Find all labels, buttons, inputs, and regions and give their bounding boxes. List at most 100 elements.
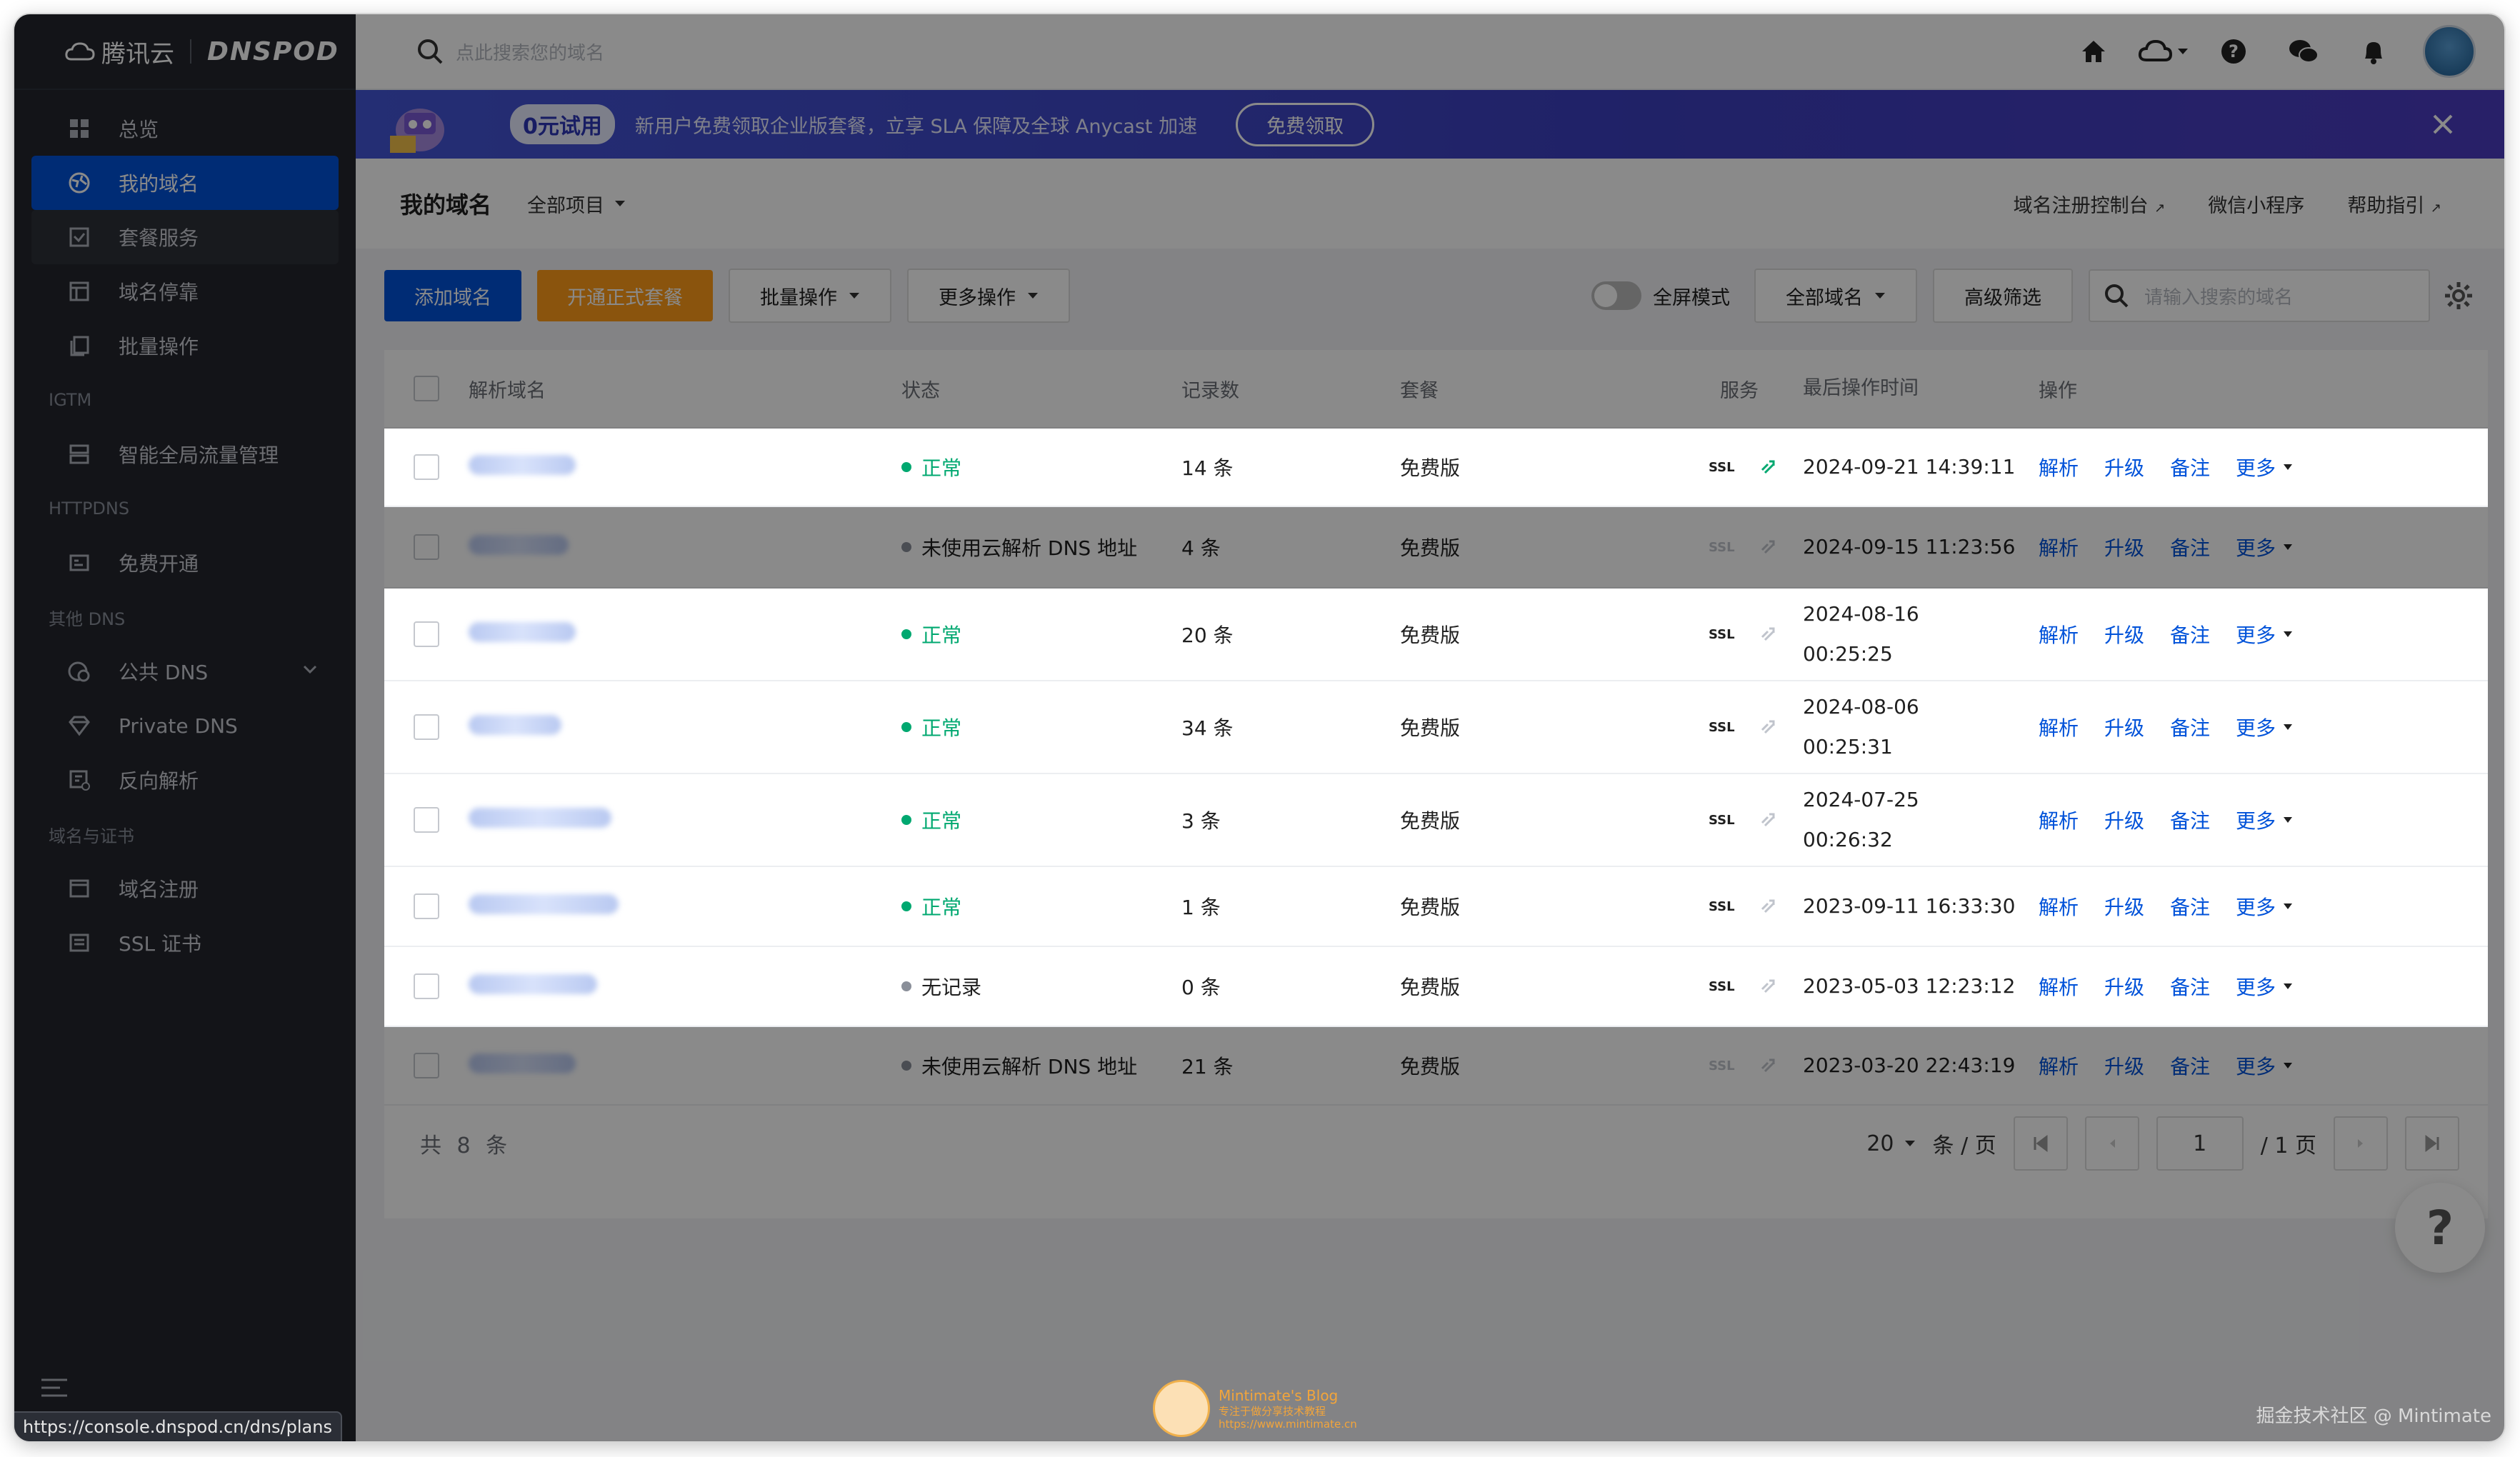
ssl-badge[interactable]: SSL xyxy=(1709,460,1735,475)
link-register-console[interactable]: 域名注册控制台 ↗ xyxy=(2014,190,2166,218)
sidebar-item-ssl[interactable]: SSL 证书 xyxy=(31,916,339,970)
sidebar-item-public-dns[interactable]: 公共 DNS xyxy=(31,644,339,699)
domain-name-blurred[interactable] xyxy=(469,893,901,919)
row-checkbox[interactable] xyxy=(414,534,439,560)
acceleration-icon[interactable] xyxy=(1759,719,1776,736)
row-checkbox[interactable] xyxy=(414,973,439,999)
op-upgrade-link[interactable]: 升级 xyxy=(2104,892,2144,921)
op-more-dropdown[interactable]: 更多 xyxy=(2236,806,2293,834)
op-more-dropdown[interactable]: 更多 xyxy=(2236,453,2293,481)
ssl-badge[interactable]: SSL xyxy=(1709,540,1735,555)
op-upgrade-link[interactable]: 升级 xyxy=(2104,620,2144,649)
acceleration-icon[interactable] xyxy=(1759,978,1776,995)
sidebar-item-httpdns[interactable]: 免费开通 xyxy=(31,536,339,590)
sidebar-item-my-domains[interactable]: 我的域名 xyxy=(31,156,339,210)
op-more-dropdown[interactable]: 更多 xyxy=(2236,972,2293,1001)
last-page-button[interactable] xyxy=(2405,1116,2459,1171)
op-more-dropdown[interactable]: 更多 xyxy=(2236,533,2293,561)
row-checkbox[interactable] xyxy=(414,1053,439,1078)
sidebar-item-packages[interactable]: 套餐服务 xyxy=(31,210,339,264)
project-select[interactable]: 全部项目 xyxy=(527,190,626,218)
domain-filter-select[interactable]: 全部域名 xyxy=(1754,269,1917,323)
row-checkbox[interactable] xyxy=(414,893,439,919)
top-search[interactable]: 点此搜索您的域名 xyxy=(416,37,604,66)
ssl-badge[interactable]: SSL xyxy=(1709,720,1735,735)
batch-operations-button[interactable]: 批量操作 xyxy=(729,269,891,323)
domain-name-blurred[interactable] xyxy=(469,454,901,480)
acceleration-icon[interactable] xyxy=(1759,898,1776,915)
op-note-link[interactable]: 备注 xyxy=(2170,533,2210,561)
more-operations-button[interactable]: 更多操作 xyxy=(907,269,1070,323)
acceleration-icon[interactable] xyxy=(1759,539,1776,556)
row-checkbox[interactable] xyxy=(414,621,439,647)
op-more-dropdown[interactable]: 更多 xyxy=(2236,892,2293,921)
ssl-badge[interactable]: SSL xyxy=(1709,813,1735,828)
op-note-link[interactable]: 备注 xyxy=(2170,713,2210,741)
op-more-dropdown[interactable]: 更多 xyxy=(2236,620,2293,649)
close-icon[interactable] xyxy=(2430,111,2456,137)
prev-page-button[interactable] xyxy=(2084,1116,2139,1171)
first-page-button[interactable] xyxy=(2013,1116,2068,1171)
op-resolve-link[interactable]: 解析 xyxy=(2039,620,2079,649)
op-resolve-link[interactable]: 解析 xyxy=(2039,713,2079,741)
sidebar-item-parking[interactable]: 域名停靠 xyxy=(31,264,339,319)
fullscreen-toggle[interactable]: 全屏模式 xyxy=(1591,281,1730,310)
link-wechat-miniprogram[interactable]: 微信小程序 xyxy=(2208,190,2304,218)
ssl-badge[interactable]: SSL xyxy=(1709,979,1735,994)
domain-name-blurred[interactable] xyxy=(469,534,901,560)
toggle-switch[interactable] xyxy=(1591,281,1641,310)
op-resolve-link[interactable]: 解析 xyxy=(2039,453,2079,481)
op-resolve-link[interactable]: 解析 xyxy=(2039,892,2079,921)
op-upgrade-link[interactable]: 升级 xyxy=(2104,713,2144,741)
sidebar-item-private-dns[interactable]: Private DNS xyxy=(31,699,339,753)
domain-name-blurred[interactable] xyxy=(469,973,901,999)
help-fab[interactable]: ? xyxy=(2395,1183,2485,1273)
sidebar-item-domain-register[interactable]: 域名注册 xyxy=(31,861,339,916)
cloud-menu-icon[interactable] xyxy=(2129,37,2199,66)
op-resolve-link[interactable]: 解析 xyxy=(2039,806,2079,834)
domain-name-blurred[interactable] xyxy=(469,1053,901,1078)
op-note-link[interactable]: 备注 xyxy=(2170,806,2210,834)
acceleration-icon[interactable] xyxy=(1759,626,1776,643)
op-note-link[interactable]: 备注 xyxy=(2170,892,2210,921)
settings-gear-icon[interactable] xyxy=(2443,280,2474,311)
next-page-button[interactable] xyxy=(2334,1116,2388,1171)
row-checkbox[interactable] xyxy=(414,807,439,833)
row-checkbox[interactable] xyxy=(414,454,439,480)
acceleration-icon[interactable] xyxy=(1759,459,1776,476)
ssl-badge[interactable]: SSL xyxy=(1709,627,1735,642)
op-upgrade-link[interactable]: 升级 xyxy=(2104,533,2144,561)
ssl-badge[interactable]: SSL xyxy=(1709,899,1735,914)
select-all-checkbox[interactable] xyxy=(414,376,439,401)
link-help[interactable]: 帮助指引 ↗ xyxy=(2347,190,2441,218)
page-input[interactable]: 1 xyxy=(2156,1116,2244,1171)
op-note-link[interactable]: 备注 xyxy=(2170,620,2210,649)
advanced-filter-button[interactable]: 高级筛选 xyxy=(1933,269,2073,323)
acceleration-icon[interactable] xyxy=(1759,811,1776,828)
row-checkbox[interactable] xyxy=(414,714,439,740)
domain-search-input[interactable]: 请输入搜索的域名 xyxy=(2089,269,2430,322)
ssl-badge[interactable]: SSL xyxy=(1709,1058,1735,1073)
banner-claim-button[interactable]: 免费领取 xyxy=(1236,102,1375,146)
op-more-dropdown[interactable]: 更多 xyxy=(2236,713,2293,741)
op-resolve-link[interactable]: 解析 xyxy=(2039,972,2079,1001)
op-upgrade-link[interactable]: 升级 xyxy=(2104,453,2144,481)
op-note-link[interactable]: 备注 xyxy=(2170,453,2210,481)
avatar[interactable] xyxy=(2423,25,2476,78)
add-domain-button[interactable]: 添加域名 xyxy=(384,270,521,321)
page-size-select[interactable]: 20 xyxy=(1866,1131,1915,1156)
home-icon[interactable] xyxy=(2059,37,2129,66)
op-upgrade-link[interactable]: 升级 xyxy=(2104,972,2144,1001)
acceleration-icon[interactable] xyxy=(1759,1057,1776,1074)
sidebar-item-reverse[interactable]: 反向解析 xyxy=(31,753,339,807)
op-note-link[interactable]: 备注 xyxy=(2170,972,2210,1001)
domain-name-blurred[interactable] xyxy=(469,714,901,740)
sidebar-item-igtm[interactable]: 智能全局流量管理 xyxy=(31,427,339,481)
op-upgrade-link[interactable]: 升级 xyxy=(2104,806,2144,834)
wechat-icon[interactable] xyxy=(2269,37,2339,66)
sidebar-item-overview[interactable]: 总览 xyxy=(31,101,339,156)
brand-logo[interactable]: 腾讯云 DNSPOD xyxy=(14,14,356,90)
domain-name-blurred[interactable] xyxy=(469,807,901,833)
help-icon[interactable]: ? xyxy=(2199,37,2269,66)
domain-name-blurred[interactable] xyxy=(469,621,901,647)
